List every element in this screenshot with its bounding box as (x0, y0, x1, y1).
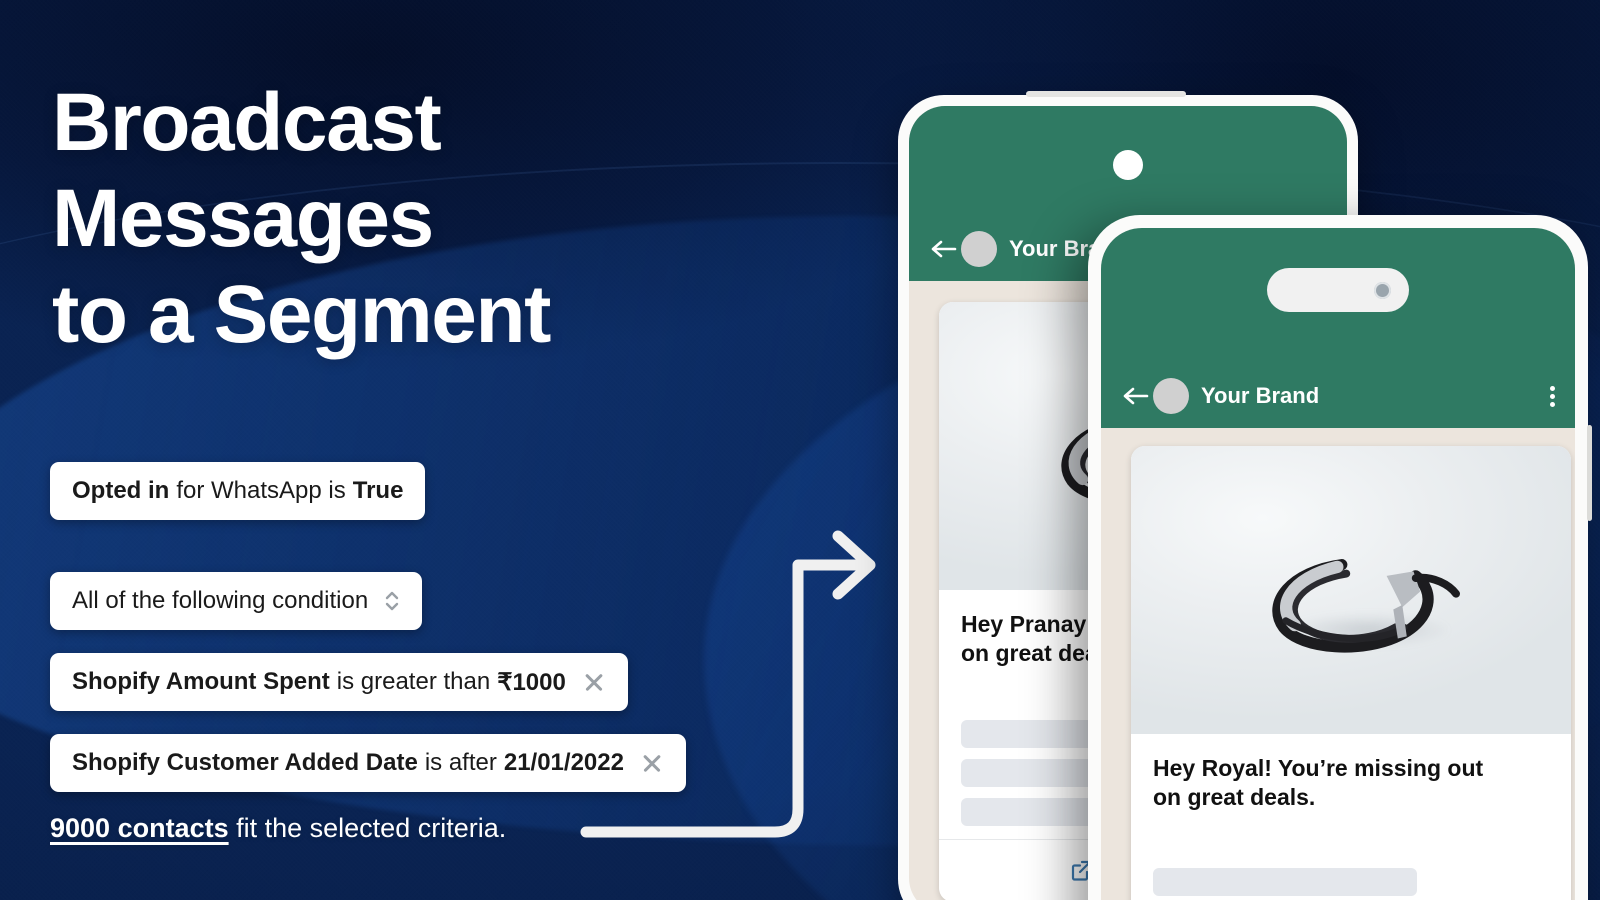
filter-chip-opted-in[interactable]: Opted in for WhatsApp is True (50, 462, 426, 520)
phone-mockup-front: Your Brand Hey Royal! You’re missing out… (1088, 215, 1592, 900)
bracelet-illustration (1272, 559, 1460, 653)
contacts-summary-text: fit the selected criteria. (228, 813, 507, 843)
contacts-summary: 9000 contacts fit the selected criteria. (50, 813, 506, 844)
filter-operator-label: for WhatsApp is (176, 477, 346, 504)
filter-field-label: Opted in (72, 477, 170, 504)
phone-mockups: Your Brand Hey Pranay! on great deals. Y… (880, 0, 1600, 900)
left-content-panel: Broadcast Messages to a Segment Opted in… (0, 0, 900, 900)
contacts-count-link[interactable]: 9000 contacts (50, 813, 229, 843)
message-placeholder-line (1153, 867, 1417, 896)
filter-field-label: Shopify Amount Spent (72, 668, 330, 695)
filter-operator-label: is after (424, 749, 497, 776)
phone-side-button (1587, 425, 1592, 521)
filter-chip-amount-spent[interactable]: Shopify Amount Spent is greater than ₹10… (50, 653, 628, 711)
page-title-line-2: Messages (52, 172, 434, 264)
phone-top-button (1026, 91, 1186, 97)
filter-value-label: True (352, 477, 404, 504)
page-title-line-3: to a Segment (52, 268, 551, 360)
chevron-updown-icon[interactable] (384, 586, 400, 616)
condition-select-label: All of the following condition (72, 587, 369, 614)
curved-arrow-right-icon (570, 490, 900, 860)
filter-field-label: Shopify Customer Added Date (72, 749, 418, 776)
phone-screen-front: Your Brand Hey Royal! You’re missing out… (1101, 228, 1575, 900)
filter-value-label: ₹1000 (497, 668, 566, 696)
page-title-line-1: Broadcast (52, 77, 442, 168)
message-card: Hey Royal! You’re missing out on great d… (1131, 446, 1571, 900)
message-text: Hey Royal! You’re missing out on great d… (1131, 734, 1571, 812)
page-title: Broadcast Messages to a Segment (52, 75, 812, 363)
product-image (1131, 446, 1571, 734)
message-text-line-1: Hey Royal! You’re missing out (1153, 755, 1484, 781)
condition-select[interactable]: All of the following condition (50, 572, 423, 630)
message-text-line-2: on great deals. (1153, 783, 1316, 810)
chat-body: Hey Royal! You’re missing out on great d… (1101, 228, 1575, 900)
filter-operator-label: is greater than (336, 668, 491, 695)
